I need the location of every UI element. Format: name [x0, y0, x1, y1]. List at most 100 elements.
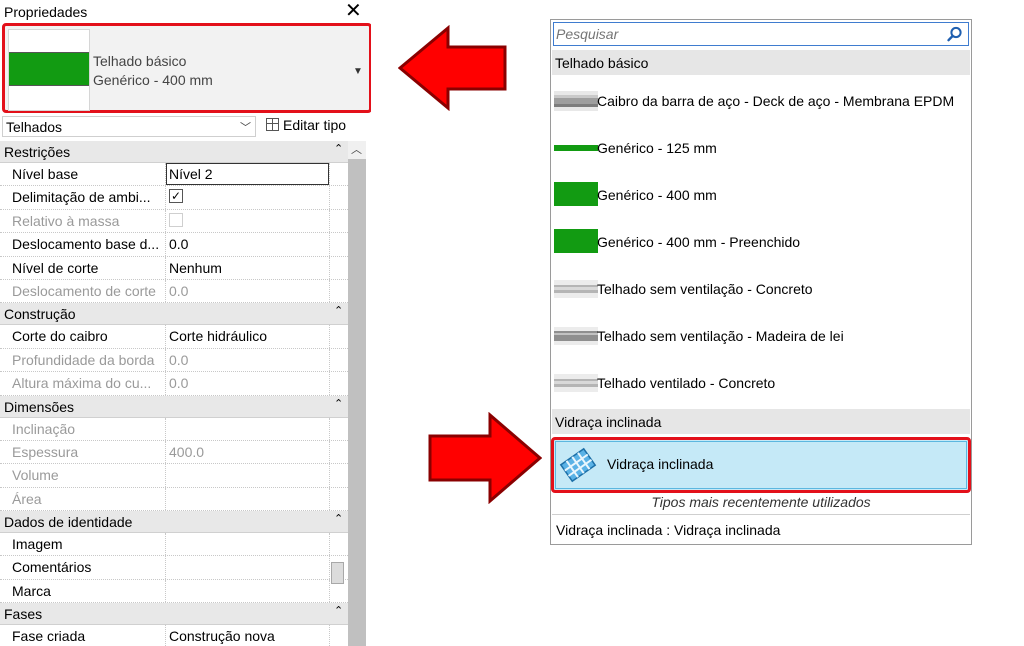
- property-name: Altura máxima do cu...: [12, 375, 152, 392]
- property-value[interactable]: Construção nova: [169, 628, 275, 644]
- column-divider: [165, 533, 166, 556]
- steel-swatch-icon: [554, 91, 598, 111]
- list-item[interactable]: Genérico - 125 mm: [552, 126, 970, 172]
- column-divider: [329, 533, 330, 556]
- property-row[interactable]: Deslocamento base d... 0.0: [0, 233, 348, 257]
- properties-palette: Propriedades ✕ Telhado básico Genérico -…: [0, 0, 371, 646]
- group-label: Dimensões: [4, 398, 75, 415]
- column-divider: [329, 487, 330, 511]
- property-value[interactable]: Nenhum: [169, 260, 222, 276]
- green-thin-swatch-icon: [554, 145, 598, 151]
- column-divider: [165, 209, 166, 233]
- list-item-label: Telhado sem ventilação - Madeira de lei: [597, 328, 844, 344]
- property-row: Deslocamento de corte 0.0: [0, 279, 348, 304]
- property-value[interactable]: 0.0: [169, 236, 188, 252]
- type-selector[interactable]: Telhado básico Genérico - 400 mm ▼: [2, 23, 371, 113]
- group-label: Dados de identidade: [4, 514, 133, 531]
- property-name: Delimitação de ambi...: [12, 189, 151, 206]
- property-row: Inclinação: [0, 417, 348, 441]
- property-row[interactable]: Nível de corte Nenhum: [0, 256, 348, 280]
- list-item-selected[interactable]: Vidraça inclinada: [551, 437, 971, 493]
- property-row[interactable]: Fase criada Construção nova: [0, 625, 348, 646]
- column-divider: [165, 279, 166, 303]
- green-thick-swatch-icon: [554, 229, 598, 253]
- list-item-label: Genérico - 400 mm: [597, 187, 717, 203]
- group-label: Construção: [4, 306, 76, 323]
- property-checkbox[interactable]: ✓: [169, 189, 183, 204]
- recent-type-item[interactable]: Vidraça inclinada : Vidraça inclinada: [556, 522, 780, 538]
- group-header-telhado-basico: Telhado básico: [552, 50, 970, 75]
- list-item[interactable]: Telhado ventilado - Concreto: [552, 361, 970, 407]
- list-item[interactable]: Genérico - 400 mm - Preenchido: [552, 220, 970, 266]
- group-header[interactable]: Dimensões ⌃: [0, 395, 348, 418]
- property-row: Relativo à massa: [0, 209, 348, 234]
- property-row[interactable]: Marca: [0, 579, 348, 604]
- group-header-vidraca-inclinada: Vidraça inclinada: [552, 409, 970, 434]
- property-value[interactable]: Nível 2: [169, 166, 213, 182]
- column-divider: [329, 256, 330, 279]
- column-divider: [329, 209, 330, 233]
- green-thick-swatch-icon: [554, 182, 598, 206]
- column-divider: [165, 464, 166, 487]
- group-header[interactable]: Construção ⌃: [0, 303, 348, 326]
- scroll-up-icon[interactable]: ︿: [351, 141, 362, 157]
- column-divider: [165, 186, 166, 209]
- group-header[interactable]: Fases ⌃: [0, 603, 348, 626]
- collapse-icon[interactable]: ⌃: [334, 142, 343, 155]
- property-name: Corte do caibro: [12, 328, 108, 345]
- property-row[interactable]: Corte do caibro Corte hidráulico: [0, 325, 348, 349]
- concrete-swatch-icon: [554, 374, 598, 392]
- palette-scrollbar[interactable]: ︿: [348, 141, 366, 646]
- property-row[interactable]: Delimitação de ambi... ✓: [0, 186, 348, 210]
- column-divider: [329, 233, 330, 256]
- property-checkbox: [169, 212, 183, 227]
- property-name: Fase criada: [12, 628, 86, 645]
- roof-swatch-icon: [9, 52, 89, 86]
- scrollbar-track[interactable]: [348, 159, 366, 646]
- column-divider: [329, 186, 330, 209]
- type-name: Genérico - 400 mm: [93, 72, 213, 88]
- property-row[interactable]: Comentários: [0, 556, 348, 580]
- category-filter-select[interactable]: Telhados ﹀: [2, 116, 256, 137]
- group-label: Telhado básico: [555, 55, 649, 71]
- column-divider: [165, 556, 166, 579]
- column-divider: [329, 556, 330, 579]
- collapse-icon[interactable]: ⌃: [334, 604, 343, 617]
- search-icon[interactable]: [946, 25, 964, 43]
- group-header[interactable]: Restrições ⌃: [0, 141, 348, 163]
- list-item[interactable]: Telhado sem ventilação - Madeira de lei: [552, 314, 970, 360]
- list-item[interactable]: Caibro da barra de aço - Deck de aço - M…: [552, 79, 970, 125]
- property-name: Volume: [12, 467, 59, 484]
- property-row[interactable]: Nível base Nível 2: [0, 163, 348, 187]
- column-divider: [165, 348, 166, 372]
- edit-type-icon: [266, 118, 279, 131]
- group-header[interactable]: Dados de identidade ⌃: [0, 511, 348, 534]
- property-name: Marca: [12, 582, 51, 599]
- property-row[interactable]: Imagem: [0, 533, 348, 557]
- collapse-icon[interactable]: ⌃: [334, 512, 343, 525]
- column-divider: [165, 256, 166, 279]
- column-divider: [165, 325, 166, 348]
- list-item[interactable]: Telhado sem ventilação - Concreto: [552, 267, 970, 313]
- grid-resize-handle[interactable]: [331, 562, 344, 584]
- property-row: Profundidade da borda 0.0: [0, 348, 348, 373]
- column-divider: [329, 579, 330, 603]
- search-box[interactable]: [553, 22, 969, 46]
- group-label: Restrições: [4, 144, 71, 160]
- list-item[interactable]: Genérico - 400 mm: [552, 173, 970, 219]
- search-input[interactable]: [556, 25, 936, 43]
- collapse-icon[interactable]: ⌃: [334, 304, 343, 317]
- property-name: Relativo à massa: [12, 212, 120, 229]
- property-value: 0.0: [169, 282, 189, 299]
- group-label: Vidraça inclinada: [555, 414, 662, 430]
- property-value[interactable]: Corte hidráulico: [169, 328, 267, 344]
- palette-title-bar: Propriedades ✕: [0, 0, 371, 22]
- edit-type-button[interactable]: Editar tipo: [266, 117, 346, 133]
- close-icon[interactable]: ✕: [345, 0, 362, 22]
- dropdown-arrow-icon[interactable]: ▼: [353, 66, 363, 77]
- column-divider: [329, 325, 330, 348]
- column-divider: [165, 487, 166, 511]
- left-arrow-icon: [398, 25, 507, 111]
- column-divider: [165, 579, 166, 603]
- collapse-icon[interactable]: ⌃: [334, 397, 343, 410]
